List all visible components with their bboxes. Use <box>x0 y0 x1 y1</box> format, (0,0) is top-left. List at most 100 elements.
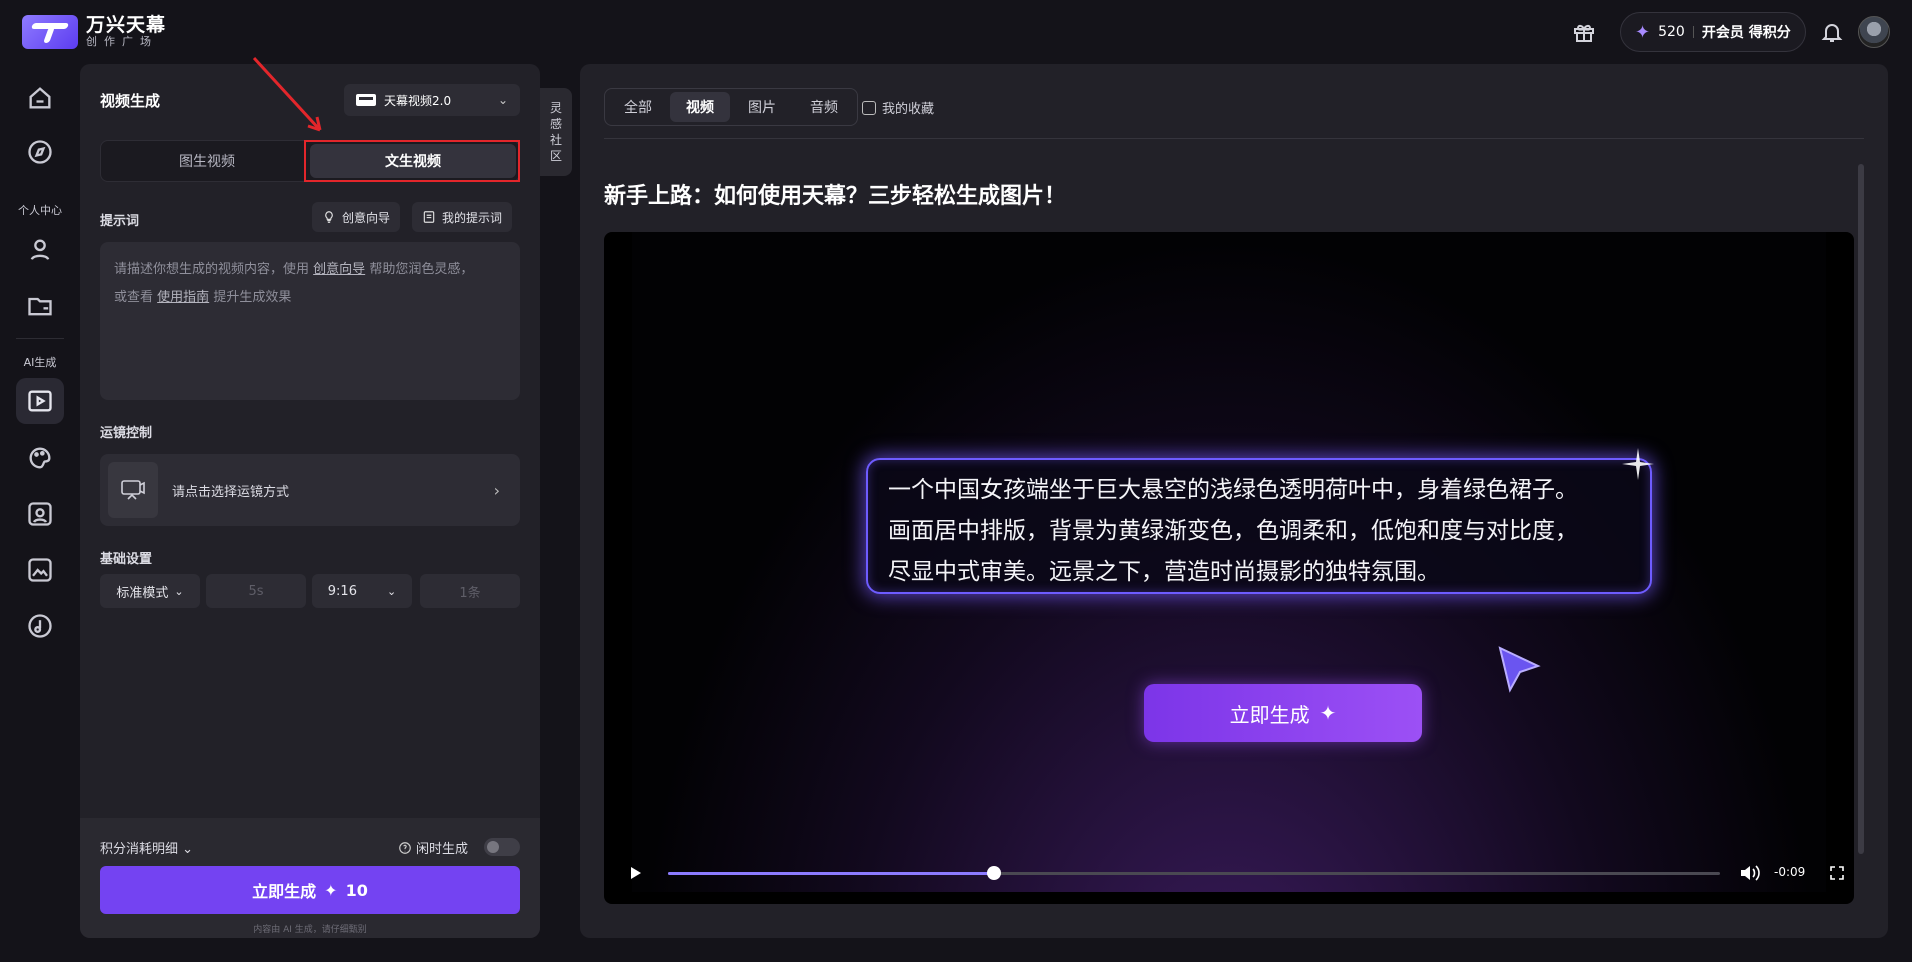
usage-guide-link[interactable]: 使用指南 <box>157 290 209 305</box>
panel-footer: 积分消耗明细 ⌄ 闲时生成 立即生成 ✦ 10 内容由 AI 生成，请仔细甄别 <box>80 818 540 938</box>
chevron-down-icon: ⌄ <box>497 93 508 107</box>
filter-image[interactable]: 图片 <box>732 92 792 122</box>
audio-icon[interactable] <box>26 612 54 640</box>
rail-label-personal: 个人中心 <box>18 204 62 217</box>
highlight-box <box>304 140 520 182</box>
placeholder-text: 提升生成效果 <box>213 290 292 305</box>
sparkle-icon <box>1622 448 1654 480</box>
community-char: 区 <box>549 149 562 163</box>
rail-label-ai: AI生成 <box>23 356 57 369</box>
favorites-label: 我的收藏 <box>882 102 935 117</box>
count-select[interactable]: 1条 <box>420 574 520 608</box>
points-count: 520 <box>1658 24 1685 40</box>
help-icon[interactable] <box>398 841 412 855</box>
divider <box>1692 26 1694 38</box>
mode-value: 标准模式 <box>116 585 169 601</box>
prompt-label: 提示词 <box>100 214 140 229</box>
brand-logo[interactable]: 万兴天幕 创作广场 <box>22 15 166 49</box>
logo-mark-icon <box>22 15 78 49</box>
model-select[interactable]: 天幕视频2.0 ⌄ <box>344 84 520 116</box>
my-prompts-button[interactable]: 我的提示词 <box>412 202 513 232</box>
camera-motion-text: 请点击选择运镜方式 <box>172 484 290 500</box>
vip-link[interactable]: 开会员 得积分 <box>1702 22 1791 42</box>
progress-knob[interactable] <box>987 866 1002 880</box>
video-gen-icon[interactable] <box>26 387 54 415</box>
idle-toggle[interactable] <box>484 838 520 856</box>
rail-divider <box>16 338 64 339</box>
video-prompt-line: 一个中国女孩端坐于巨大悬空的浅绿色透明荷叶中，身着绿色裙子。 <box>888 477 1578 503</box>
annotation-arrow-icon <box>252 56 322 132</box>
favorites-checkbox[interactable]: 我的收藏 <box>862 98 934 117</box>
points-pill[interactable]: ✦ 520 开会员 得积分 <box>1620 12 1806 52</box>
time-remaining: -0:09 <box>1774 865 1806 879</box>
user-icon[interactable] <box>26 236 54 264</box>
scrollbar[interactable] <box>1858 164 1864 854</box>
brand-name: 万兴天幕 <box>86 14 167 36</box>
camera-label: 运镜控制 <box>100 426 153 441</box>
camera-motion-icon <box>108 462 158 518</box>
creative-wizard-label: 创意向导 <box>342 210 391 225</box>
checkbox-icon <box>862 100 876 115</box>
progress-fill <box>668 872 995 875</box>
sparkle-icon: ✦ <box>1319 701 1337 725</box>
ai-disclaimer: 内容由 AI 生成，请仔细甄别 <box>253 925 367 935</box>
community-char: 感 <box>549 117 562 131</box>
divider <box>604 138 1864 139</box>
my-prompts-label: 我的提示词 <box>442 210 503 225</box>
ratio-select[interactable]: 9:16 ⌄ <box>312 574 412 608</box>
prompt-textarea[interactable]: 请描述你想生成的视频内容，使用 创意向导 帮助您润色灵感， 或查看 使用指南 提… <box>100 242 520 400</box>
duration-value: 5s <box>248 583 264 599</box>
tab-image-to-video[interactable]: 图生视频 <box>104 144 310 178</box>
fullscreen-icon[interactable] <box>1830 866 1844 880</box>
filter-all[interactable]: 全部 <box>608 92 668 122</box>
chevron-right-icon: › <box>493 480 500 500</box>
community-side-tab[interactable]: 灵 感 社 区 <box>540 88 572 176</box>
generate-button[interactable]: 立即生成 ✦ 10 <box>100 866 520 914</box>
chevron-down-icon: ⌄ <box>182 842 194 857</box>
basic-settings-label: 基础设置 <box>100 552 153 567</box>
gift-icon[interactable] <box>1572 20 1596 44</box>
generate-cost: 10 <box>345 880 368 900</box>
community-char: 灵 <box>549 101 562 115</box>
placeholder-text: 或查看 <box>114 290 154 305</box>
video-prompt-box: 一个中国女孩端坐于巨大悬空的浅绿色透明荷叶中，身着绿色裙子。 画面居中排版，背景… <box>866 458 1652 594</box>
cost-details-toggle[interactable]: 积分消耗明细 ⌄ <box>100 838 193 857</box>
community-char: 社 <box>549 133 562 147</box>
image-edit-icon[interactable] <box>26 500 54 528</box>
bulb-icon <box>325 211 333 223</box>
photo-icon[interactable] <box>26 556 54 584</box>
count-value: 1条 <box>459 585 481 601</box>
camera-motion-select[interactable]: 请点击选择运镜方式 › <box>100 454 520 526</box>
sparkle-icon: ✦ <box>1635 21 1651 43</box>
idle-generation: 闲时生成 <box>398 838 468 857</box>
chevron-down-icon: ⌄ <box>174 584 184 598</box>
chevron-down-icon: ⌄ <box>386 584 397 598</box>
filter-video[interactable]: 视频 <box>670 92 730 122</box>
duration-select[interactable]: 5s <box>206 574 306 608</box>
play-icon[interactable] <box>630 866 642 880</box>
ratio-value: 9:16 <box>327 583 357 599</box>
video-player[interactable]: 一个中国女孩端坐于巨大悬空的浅绿色透明荷叶中，身着绿色裙子。 画面居中排版，背景… <box>604 232 1854 904</box>
video-generate-button: 立即生成 ✦ <box>1144 684 1422 742</box>
avatar[interactable] <box>1858 16 1890 48</box>
folder-icon[interactable] <box>26 292 54 320</box>
bell-icon[interactable] <box>1820 20 1844 44</box>
explore-icon[interactable] <box>26 138 54 166</box>
placeholder-text: 帮助您润色灵感， <box>369 262 474 277</box>
video-generate-label: 立即生成 <box>1229 702 1310 727</box>
generation-panel: 视频生成 天幕视频2.0 ⌄ 图生视频 文生视频 提示词 创意向导 我的提示词 … <box>80 64 540 938</box>
filter-audio[interactable]: 音频 <box>794 92 854 122</box>
volume-icon[interactable] <box>1740 864 1760 882</box>
brand-sub: 创作广场 <box>86 35 158 48</box>
creative-wizard-button[interactable]: 创意向导 <box>312 202 401 232</box>
progress-track[interactable] <box>668 872 1720 875</box>
generate-label: 立即生成 <box>252 882 317 901</box>
image-gen-icon[interactable] <box>26 444 54 472</box>
mode-select[interactable]: 标准模式 ⌄ <box>100 574 200 608</box>
cost-label: 积分消耗明细 <box>100 842 179 857</box>
video-frame: 一个中国女孩端坐于巨大悬空的浅绿色透明荷叶中，身着绿色裙子。 画面居中排版，背景… <box>632 232 1826 892</box>
cursor-icon <box>1498 646 1541 693</box>
creative-wizard-link[interactable]: 创意向导 <box>313 262 365 277</box>
home-icon[interactable] <box>26 84 54 112</box>
idle-label: 闲时生成 <box>416 842 469 857</box>
